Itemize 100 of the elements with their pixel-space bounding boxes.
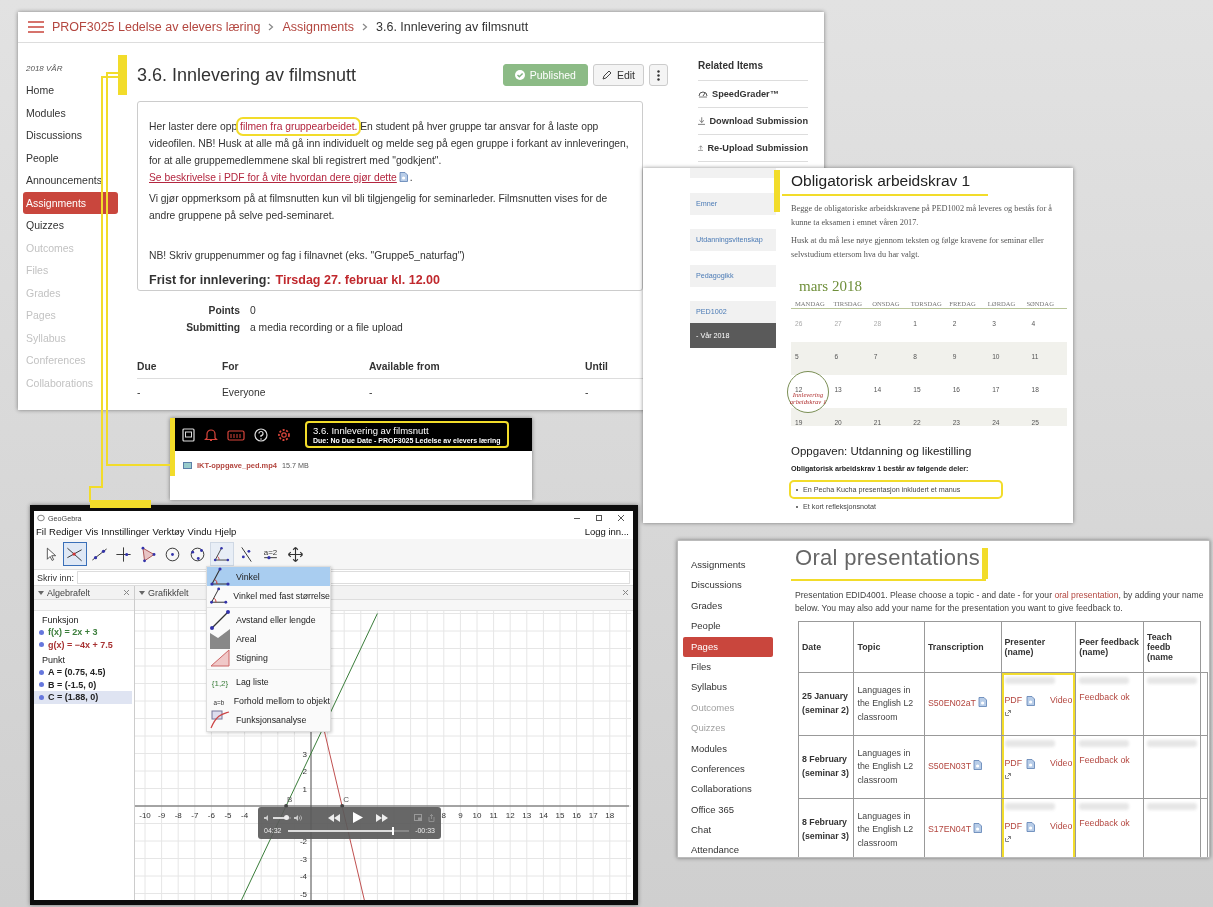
algebra-item[interactable]: g(x) = −4x + 7.5 — [34, 638, 132, 651]
menu-item[interactable]: Vindu — [187, 525, 212, 539]
nav-item[interactable]: Syllabus — [683, 677, 773, 698]
menu-item[interactable]: Vinkel — [207, 567, 330, 586]
document-icon[interactable] — [398, 172, 408, 182]
body-text: Begge de obligatoriske arbeidskravene på PED1002 må leveres og bestås for å kunne ta eksamen i emnet våren 2017. — [791, 203, 1054, 229]
more-button[interactable] — [649, 64, 668, 86]
volume-low-icon[interactable] — [264, 814, 270, 821]
document-icon[interactable] — [1026, 758, 1036, 769]
algebra-item[interactable]: B = (-1.5, 0) — [34, 678, 132, 691]
highlight-bar — [982, 548, 989, 579]
rewind-icon[interactable] — [328, 813, 340, 822]
nav-item[interactable]: Assignments — [23, 191, 118, 214]
fast-forward-icon[interactable] — [376, 813, 388, 822]
algebra-item[interactable]: A = (0.75, 4.5) — [34, 666, 132, 679]
document-icon[interactable] — [973, 823, 982, 834]
deadline-value: Tirsdag 27. februar kl. 12.00 — [275, 273, 440, 287]
nav-item[interactable]: Collaborations — [683, 779, 773, 800]
menu-item[interactable]: Rediger — [49, 525, 83, 539]
notebook-icon[interactable] — [182, 427, 195, 442]
external-link-icon[interactable] — [1004, 836, 1011, 843]
volume-high-icon[interactable] — [294, 814, 302, 821]
nav-item[interactable]: Home — [23, 79, 118, 102]
nav-item[interactable]: Assignments — [683, 555, 773, 576]
nav-item[interactable]: Discussions — [683, 575, 773, 596]
breadcrumb-link[interactable]: PROF3025 Ledelse av elevers læring — [52, 20, 261, 34]
transcription-link[interactable]: S17EN04T — [928, 824, 971, 835]
menu-item[interactable]: Funksjonsanalyse — [207, 710, 330, 729]
volume-slider[interactable] — [273, 816, 291, 819]
collapse-icon[interactable] — [139, 589, 145, 596]
menu-item[interactable]: Innstillinger — [101, 525, 150, 539]
transcription-link[interactable]: S50EN02aT — [928, 698, 976, 709]
menu-item[interactable]: Hjelp — [214, 525, 237, 539]
menu-item[interactable]: Avstand eller lengde — [207, 610, 330, 629]
play-icon[interactable] — [353, 812, 363, 823]
highlight-bar — [774, 170, 780, 212]
video-link[interactable]: Video — [1049, 756, 1073, 771]
help-icon[interactable] — [254, 427, 268, 442]
nav-item[interactable]: Quizzes — [23, 214, 118, 237]
nav-item[interactable]: People — [683, 616, 773, 637]
login-link[interactable]: Logg inn... — [584, 525, 629, 539]
video-link[interactable]: Video — [1049, 819, 1073, 834]
menu-item[interactable]: Vinkel med fast størrelse — [207, 586, 330, 605]
breadcrumb-link[interactable]: Assignments — [282, 20, 354, 34]
pdf-link[interactable]: PDF — [1004, 819, 1023, 834]
document-icon[interactable] — [977, 697, 987, 708]
external-link-icon[interactable] — [1004, 710, 1011, 717]
nav-item[interactable]: Office 365 — [683, 799, 773, 821]
pdf-link[interactable]: PDF — [1004, 693, 1023, 708]
bell-icon[interactable] — [204, 427, 218, 442]
nav-item[interactable]: Files — [683, 656, 773, 678]
more-icon — [657, 69, 660, 81]
maximize-icon[interactable] — [595, 514, 603, 522]
close-icon[interactable] — [617, 514, 625, 522]
menu-item[interactable]: Stigning — [207, 648, 330, 667]
collapse-icon[interactable] — [38, 589, 44, 596]
nav-item[interactable]: Modules — [23, 101, 118, 124]
document-icon[interactable] — [1026, 821, 1036, 832]
nav-item[interactable]: Discussions — [23, 124, 118, 147]
nav-item[interactable]: Modules — [683, 738, 773, 759]
nav-item[interactable]: Attendance — [683, 840, 773, 857]
nav-item[interactable]: Pages — [683, 636, 773, 657]
menu-item[interactable]: {1,2} Lag liste — [207, 672, 330, 691]
menu-item[interactable]: Verktøy — [152, 525, 185, 539]
pdf-link[interactable]: PDF — [1004, 756, 1023, 771]
related-link[interactable]: Re-Upload Submission — [698, 135, 808, 162]
menu-item[interactable]: Vis — [85, 525, 99, 539]
close-icon[interactable] — [622, 589, 629, 596]
blurred-text — [1079, 802, 1130, 810]
nav-item[interactable]: Chat — [683, 820, 773, 841]
settings-icon[interactable] — [277, 427, 291, 442]
blurred-text — [1004, 739, 1055, 747]
menu-item[interactable]: Areal — [207, 629, 330, 648]
related-link[interactable]: Download Submission — [698, 108, 808, 135]
text-link[interactable]: Se beskrivelse i PDF for å vite hvordan dere gjør dette — [149, 172, 397, 183]
calendar-icon[interactable] — [227, 428, 245, 441]
axis-label: -2 — [299, 837, 307, 846]
algebra-item[interactable]: f(x) = 2x + 3 — [34, 626, 132, 639]
close-icon[interactable] — [123, 589, 130, 596]
nav-item[interactable]: Grades — [683, 595, 773, 617]
column-header: Transcription — [924, 621, 1001, 673]
external-link-icon[interactable] — [1004, 773, 1011, 780]
blurred-text — [1004, 676, 1055, 684]
table-cell: - — [585, 378, 643, 406]
video-link[interactable]: Video — [1049, 693, 1073, 708]
table-cell: 25 January (seminar 2) — [798, 672, 854, 736]
transcription-link[interactable]: S50EN03T — [928, 761, 971, 772]
document-icon[interactable] — [973, 760, 982, 771]
menu-item[interactable]: Fil — [36, 525, 47, 539]
progress-bar[interactable] — [287, 829, 410, 832]
nav-item[interactable]: Announcements — [23, 169, 118, 192]
point-dot — [39, 669, 44, 675]
edit-button[interactable]: Edit — [592, 64, 644, 86]
menu-icon[interactable] — [28, 21, 44, 33]
nav-item[interactable]: Conferences — [683, 758, 773, 780]
document-icon[interactable] — [1026, 695, 1036, 706]
algebra-item[interactable]: C = (1.88, 0) — [34, 691, 132, 704]
nav-item[interactable]: People — [23, 146, 118, 169]
related-link[interactable]: SpeedGrader™ — [698, 81, 808, 108]
download-icon — [698, 116, 706, 126]
